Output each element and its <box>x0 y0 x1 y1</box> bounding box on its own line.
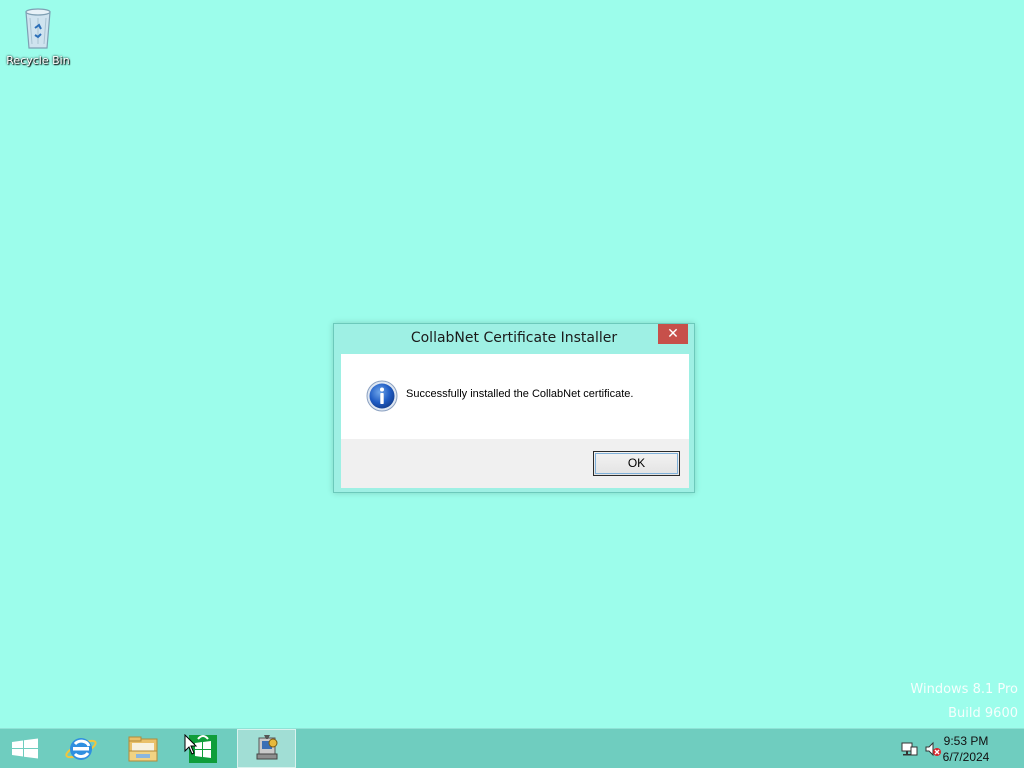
clock-time: 9:53 PM <box>943 734 989 748</box>
network-icon[interactable] <box>900 741 918 757</box>
taskbar-file-explorer[interactable] <box>114 729 172 768</box>
internet-explorer-icon <box>65 738 97 760</box>
dialog-message: Successfully installed the CollabNet cer… <box>406 388 634 400</box>
ok-button-label: OK <box>627 456 646 470</box>
taskbar-clock[interactable]: 9:53 PM 6/7/2024 <box>926 733 1006 765</box>
recycle-bin-label: Recycle Bin <box>6 54 70 67</box>
taskbar-certificate-installer[interactable] <box>237 729 296 768</box>
desktop-icon-recycle-bin[interactable]: Recycle Bin <box>4 4 72 67</box>
start-button[interactable] <box>0 729 50 768</box>
watermark-edition: Windows 8.1 Pro <box>910 682 1018 697</box>
taskbar-store[interactable] <box>174 729 232 768</box>
installer-icon <box>256 735 277 760</box>
taskbar: 9:53 PM 6/7/2024 <box>0 728 1024 768</box>
info-icon <box>366 380 398 412</box>
system-tray: 9:53 PM 6/7/2024 <box>884 729 1024 768</box>
folder-icon <box>128 736 158 762</box>
dialog-title: CollabNet Certificate Installer <box>410 330 618 346</box>
mouse-cursor-icon <box>184 734 198 755</box>
dialog-body: Successfully installed the CollabNet cer… <box>341 354 689 439</box>
recycle-bin-icon <box>25 8 51 49</box>
windows-watermark: Windows 8.1 Pro Build 9600 <box>910 678 1018 726</box>
windows-logo-icon <box>12 738 38 759</box>
ok-button[interactable]: OK <box>593 451 680 476</box>
clock-date: 6/7/2024 <box>942 750 990 764</box>
taskbar-internet-explorer[interactable] <box>52 729 110 768</box>
dialog-footer: OK <box>341 439 689 488</box>
watermark-build: Build 9600 <box>948 706 1018 721</box>
message-dialog: CollabNet Certificate Installer ✕ Succes… <box>333 323 695 493</box>
close-button[interactable]: ✕ <box>658 324 688 344</box>
